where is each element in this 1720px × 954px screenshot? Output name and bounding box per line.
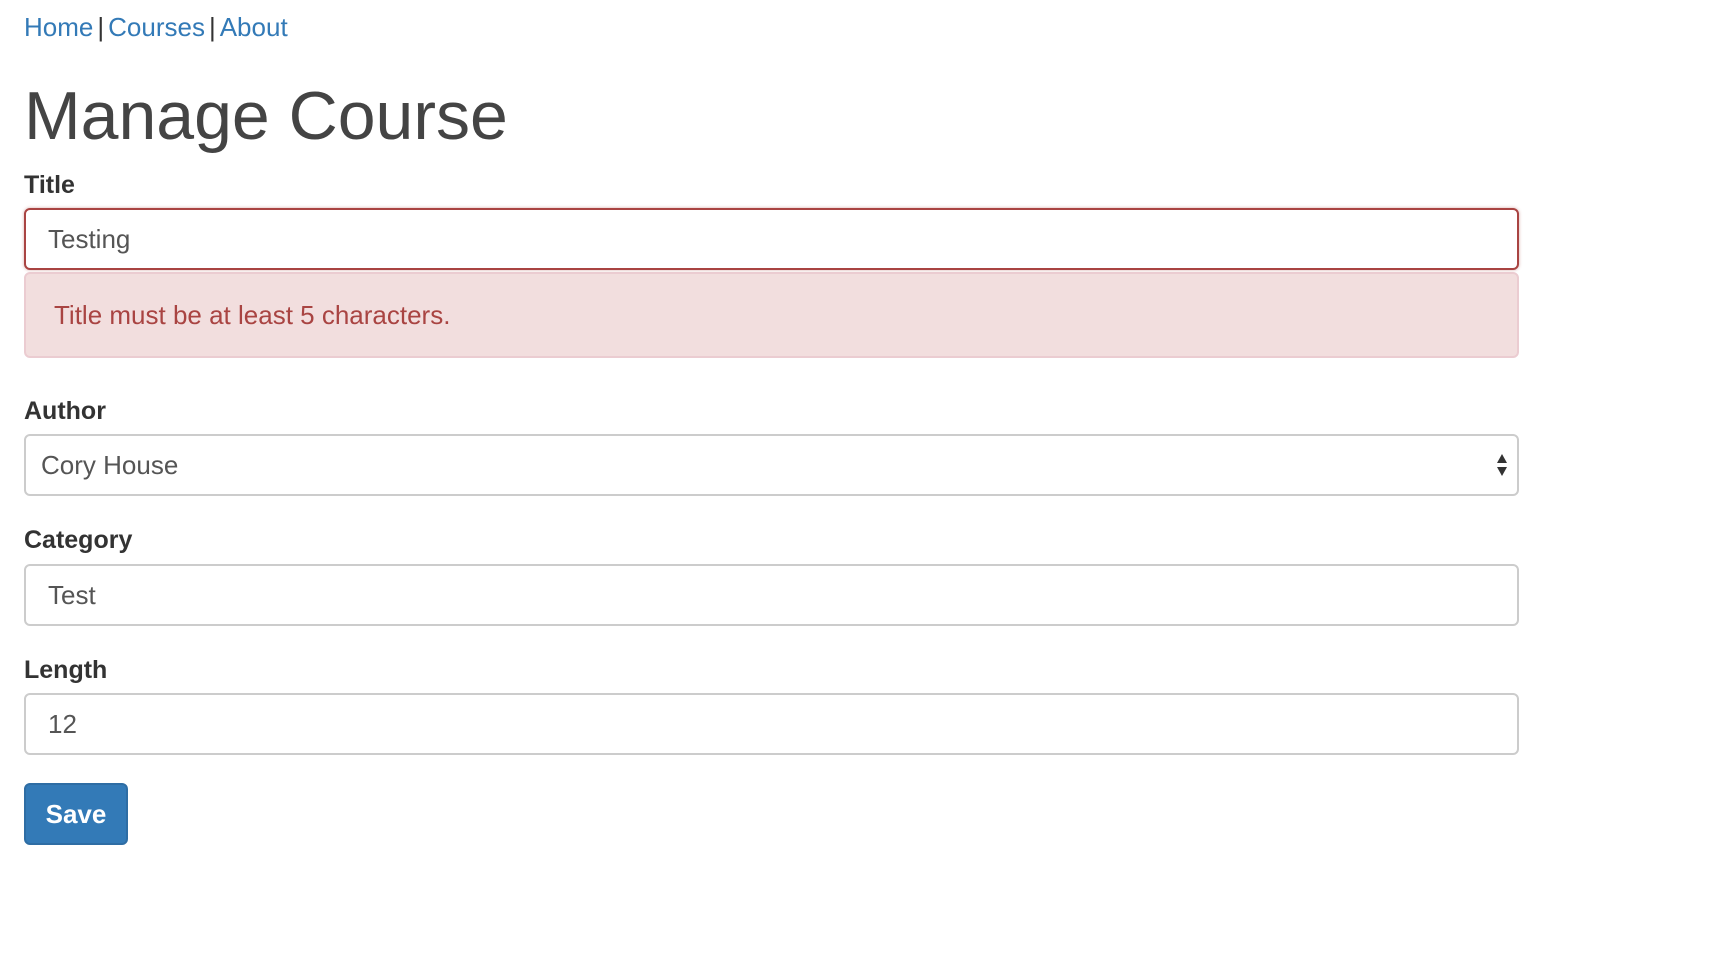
nav-link-about[interactable]: About [220, 12, 288, 42]
save-button[interactable]: Save [24, 783, 128, 845]
nav-link-courses[interactable]: Courses [108, 12, 205, 42]
author-select-value: Cory House [41, 450, 179, 480]
category-input[interactable] [24, 564, 1519, 626]
select-updown-arrows-icon [1497, 454, 1507, 476]
author-label: Author [24, 397, 106, 425]
top-nav: Home | Courses | About [24, 10, 288, 44]
nav-separator: | [208, 12, 216, 42]
author-select[interactable]: Cory House [24, 434, 1519, 496]
length-label: Length [24, 656, 108, 684]
page-title: Manage Course [24, 78, 508, 154]
nav-separator: | [97, 12, 105, 42]
title-input[interactable] [24, 208, 1519, 270]
title-label: Title [24, 171, 75, 199]
title-error-alert: Title must be at least 5 characters. [24, 272, 1519, 358]
category-label: Category [24, 526, 133, 554]
length-input[interactable] [24, 693, 1519, 755]
nav-link-home[interactable]: Home [24, 12, 93, 42]
